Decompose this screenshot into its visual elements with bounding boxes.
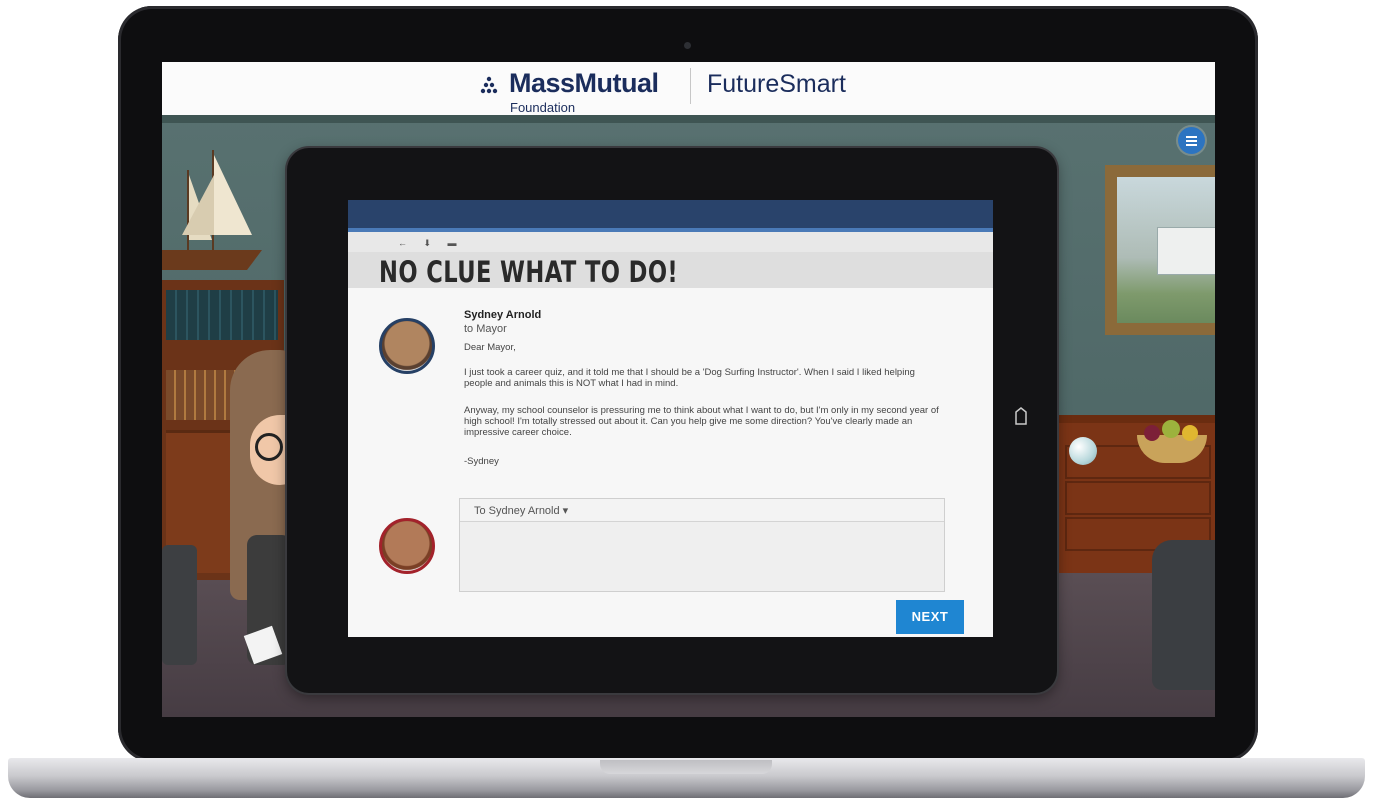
- reply-recipient-label: To Sydney Arnold ▾: [474, 505, 569, 517]
- product-name: FutureSmart: [707, 70, 846, 98]
- armchair-left: [162, 545, 197, 665]
- hamburger-menu-icon[interactable]: [1178, 127, 1205, 154]
- mayor-avatar: [379, 518, 435, 574]
- sender-avatar: [379, 318, 435, 374]
- crystal-ball-icon: [1069, 437, 1097, 465]
- app-top-bar: [348, 200, 993, 232]
- toolbar-icons[interactable]: ← ⬇ ▬: [398, 238, 464, 249]
- message-paragraph-2: Anyway, my school counselor is pressurin…: [464, 405, 939, 438]
- armchair-right: [1152, 540, 1215, 690]
- brand-subtitle: Foundation: [510, 100, 576, 115]
- next-button[interactable]: NEXT: [896, 600, 964, 634]
- framed-painting: [1105, 165, 1215, 335]
- crown-molding: [162, 115, 1215, 123]
- webcam: [684, 42, 691, 49]
- message-title: NO CLUE WHAT TO DO!: [379, 255, 679, 289]
- reply-textarea[interactable]: [460, 522, 944, 591]
- tablet-home-button-icon[interactable]: [1014, 406, 1028, 426]
- ship-model-icon: [162, 150, 262, 270]
- message-recipient: to Mayor: [464, 323, 507, 335]
- reply-box: To Sydney Arnold ▾: [459, 498, 945, 592]
- laptop-base-notch: [600, 760, 772, 774]
- app-toolbar: ← ⬇ ▬: [348, 232, 993, 252]
- message-paragraph-1: I just took a career quiz, and it told m…: [464, 367, 915, 389]
- character-glasses: [255, 433, 283, 461]
- message-app: ← ⬇ ▬ NO CLUE WHAT TO DO! Sydney Arnold …: [348, 200, 993, 637]
- massmutual-logo-icon: [480, 76, 498, 94]
- sender-name: Sydney Arnold: [464, 309, 542, 321]
- message-greeting: Dear Mayor,: [464, 342, 516, 353]
- message-signoff: -Sydney: [464, 456, 499, 467]
- reply-recipient-dropdown[interactable]: To Sydney Arnold ▾: [460, 499, 944, 522]
- site-header: MassMutual Foundation FutureSmart: [162, 62, 1215, 115]
- brand-divider: [690, 68, 691, 104]
- laptop-screen: MassMutual Foundation FutureSmart ← ⬇ ▬ …: [162, 62, 1215, 717]
- brand-name: MassMutual: [509, 68, 659, 98]
- painting-house: [1157, 227, 1215, 275]
